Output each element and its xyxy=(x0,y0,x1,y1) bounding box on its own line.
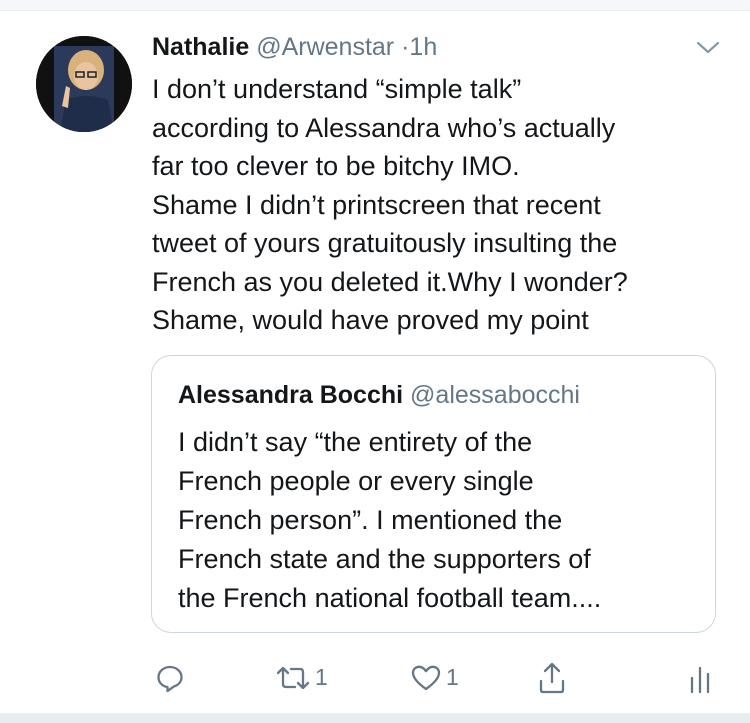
quoted-text-line: French people or every single xyxy=(178,466,534,496)
tweet-text-line: Shame I didn’t printscreen that recent xyxy=(152,189,601,220)
tweet-text-line: tweet of yours gratuitously insulting th… xyxy=(152,228,618,258)
chevron-down-icon[interactable] xyxy=(694,38,722,58)
author-handle[interactable]: @Arwenstar xyxy=(256,33,394,61)
quoted-author-handle: @alessabocchi xyxy=(410,381,580,409)
tweet-actions: 1 1 xyxy=(0,655,750,700)
retweet-count: 1 xyxy=(315,664,328,690)
tweet-text-line: Shame, would have proved my point xyxy=(152,305,589,335)
quoted-text-line: French state and the supporters of xyxy=(178,544,591,574)
quoted-tweet-header: Alessandra Bocchi @alessabocchi xyxy=(178,378,580,412)
share-button[interactable] xyxy=(537,655,567,700)
quoted-tweet-text: I didn’t say “the entirety of the French… xyxy=(178,423,698,618)
retweet-icon xyxy=(275,662,311,694)
tweet-text-line: I don’t understand “simple talk” xyxy=(152,74,522,104)
quoted-author-name: Alessandra Bocchi xyxy=(178,381,404,409)
heart-icon xyxy=(410,662,442,694)
tweet-text-line: French as you deleted it.Why I wonder? xyxy=(152,266,628,297)
retweet-button[interactable]: 1 xyxy=(275,655,328,700)
author-name[interactable]: Nathalie xyxy=(152,33,249,61)
tweet-text: I don’t understand “simple talk” accordi… xyxy=(152,70,732,340)
top-divider xyxy=(0,0,750,11)
like-button[interactable]: 1 xyxy=(410,655,459,700)
share-icon xyxy=(537,661,567,695)
analytics-icon xyxy=(688,662,712,694)
bottom-divider xyxy=(0,713,750,723)
like-count: 1 xyxy=(446,664,459,690)
analytics-button[interactable] xyxy=(688,655,712,700)
quoted-text-line: French person”. I mentioned the xyxy=(178,505,563,535)
tweet-text-line: far too clever to be bitchy IMO. xyxy=(152,151,520,181)
quoted-text-line: the French national football team.... xyxy=(178,583,602,613)
avatar[interactable] xyxy=(36,36,132,132)
quoted-text-line: I didn’t say “the entirety of the xyxy=(178,427,533,457)
tweet-header: Nathalie @Arwenstar ·1h xyxy=(152,30,437,64)
reply-icon xyxy=(154,662,186,694)
tweet-text-line: according to Alessandra who’s actually xyxy=(152,112,616,143)
tweet-time[interactable]: 1h xyxy=(409,33,437,61)
quoted-tweet[interactable]: Alessandra Bocchi @alessabocchi I didn’t… xyxy=(151,355,716,633)
reply-button[interactable] xyxy=(154,655,186,700)
